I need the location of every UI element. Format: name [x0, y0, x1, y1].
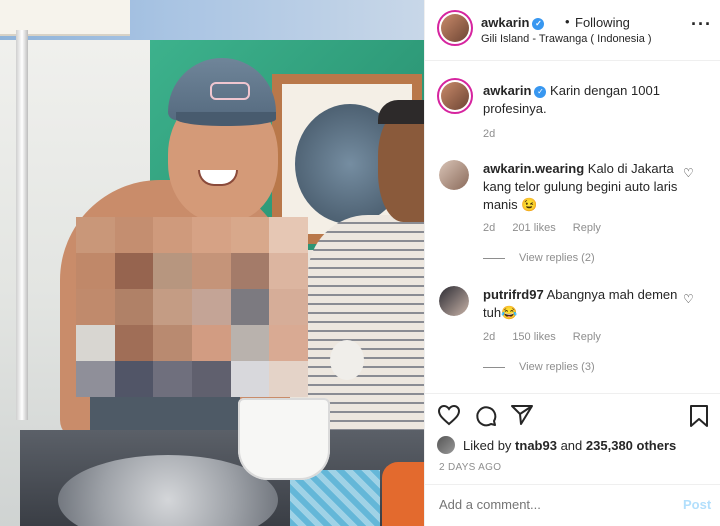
view-replies-line — [483, 257, 505, 259]
photo-pixelation-mosaic — [76, 217, 308, 397]
post-photo[interactable] — [0, 0, 424, 526]
comment-likes[interactable]: 150 likes — [512, 331, 555, 343]
photo-man-hat — [378, 100, 424, 124]
comment-username[interactable]: putrifrd97 — [483, 287, 544, 302]
photo-cup — [238, 398, 330, 480]
comment-like-heart-icon[interactable]: ♡ — [683, 292, 694, 306]
likes-mid: and — [560, 438, 583, 453]
photo-orange-item — [382, 462, 424, 526]
comment-likes[interactable]: 201 likes — [512, 222, 555, 234]
likes-prefix: Liked by — [463, 438, 512, 453]
add-comment-bar: Post — [425, 484, 720, 526]
add-comment-input[interactable] — [439, 497, 659, 512]
more-options-icon[interactable]: ··· — [691, 14, 712, 35]
comment-username[interactable]: awkarin.wearing — [483, 161, 584, 176]
like-heart-icon[interactable] — [437, 404, 461, 426]
caption-username[interactable]: awkarin — [483, 83, 531, 98]
comment-meta: 2d 201 likes Reply — [483, 222, 615, 234]
comment-bubble-icon[interactable] — [474, 404, 498, 428]
view-replies-button[interactable]: View replies (3) — [483, 361, 595, 373]
caption-text-block: awkarin ✓ Karin dengan 1001 profesinya. — [483, 82, 703, 118]
photo-cap-logo — [210, 82, 250, 100]
caption-avatar[interactable] — [437, 78, 473, 114]
author-avatar[interactable] — [437, 10, 473, 46]
view-replies-label: View replies (3) — [519, 361, 595, 373]
liker-username[interactable]: tnab93 — [515, 438, 557, 453]
photo-cart-pole — [16, 30, 28, 420]
view-replies-line — [483, 366, 505, 368]
post-comment-button[interactable]: Post — [683, 497, 711, 512]
following-button[interactable]: Following — [575, 15, 630, 30]
view-replies-button[interactable]: View replies (2) — [483, 252, 595, 264]
post-side-panel: awkarin ✓ • Following Gili Island - Trawa… — [424, 0, 720, 526]
comment-text-block: awkarin.wearing Kalo di Jakarta kang tel… — [483, 160, 683, 214]
verified-icon: ✓ — [534, 85, 547, 98]
post-header: awkarin ✓ • Following Gili Island - Trawa… — [425, 0, 720, 61]
photo-man-hand — [330, 340, 364, 380]
author-username[interactable]: awkarin — [481, 15, 529, 30]
comment-time[interactable]: 2d — [483, 222, 495, 234]
view-replies-label: View replies (2) — [519, 252, 595, 264]
share-send-icon[interactable] — [510, 404, 534, 426]
reply-button[interactable]: Reply — [573, 331, 601, 343]
post-date[interactable]: 2 DAYS AGO — [439, 462, 501, 473]
post-actions-bar — [425, 393, 720, 441]
comment-avatar[interactable] — [439, 286, 469, 316]
author-name-row: awkarin ✓ — [481, 15, 545, 30]
comment-meta: 2d 150 likes Reply — [483, 331, 615, 343]
comment-avatar[interactable] — [439, 160, 469, 190]
caption-time[interactable]: 2d — [483, 128, 495, 140]
likes-count-link[interactable]: 235,380 others — [586, 438, 676, 453]
liker-avatar[interactable] — [437, 436, 455, 454]
save-bookmark-icon[interactable] — [689, 404, 709, 428]
location-link[interactable]: Gili Island - Trawanga ( Indonesia ) — [481, 33, 652, 45]
comment-time[interactable]: 2d — [483, 331, 495, 343]
separator-dot: • — [565, 14, 570, 29]
verified-icon: ✓ — [532, 17, 545, 30]
photo-man-face — [378, 112, 424, 222]
photo-cap-brim — [176, 112, 276, 126]
reply-button[interactable]: Reply — [573, 222, 601, 234]
comment-like-heart-icon[interactable]: ♡ — [683, 166, 694, 180]
likes-summary: Liked by tnab93 and 235,380 others — [463, 438, 676, 453]
comment-text-block: putrifrd97 Abangnya mah demen tuh😂 — [483, 286, 683, 322]
